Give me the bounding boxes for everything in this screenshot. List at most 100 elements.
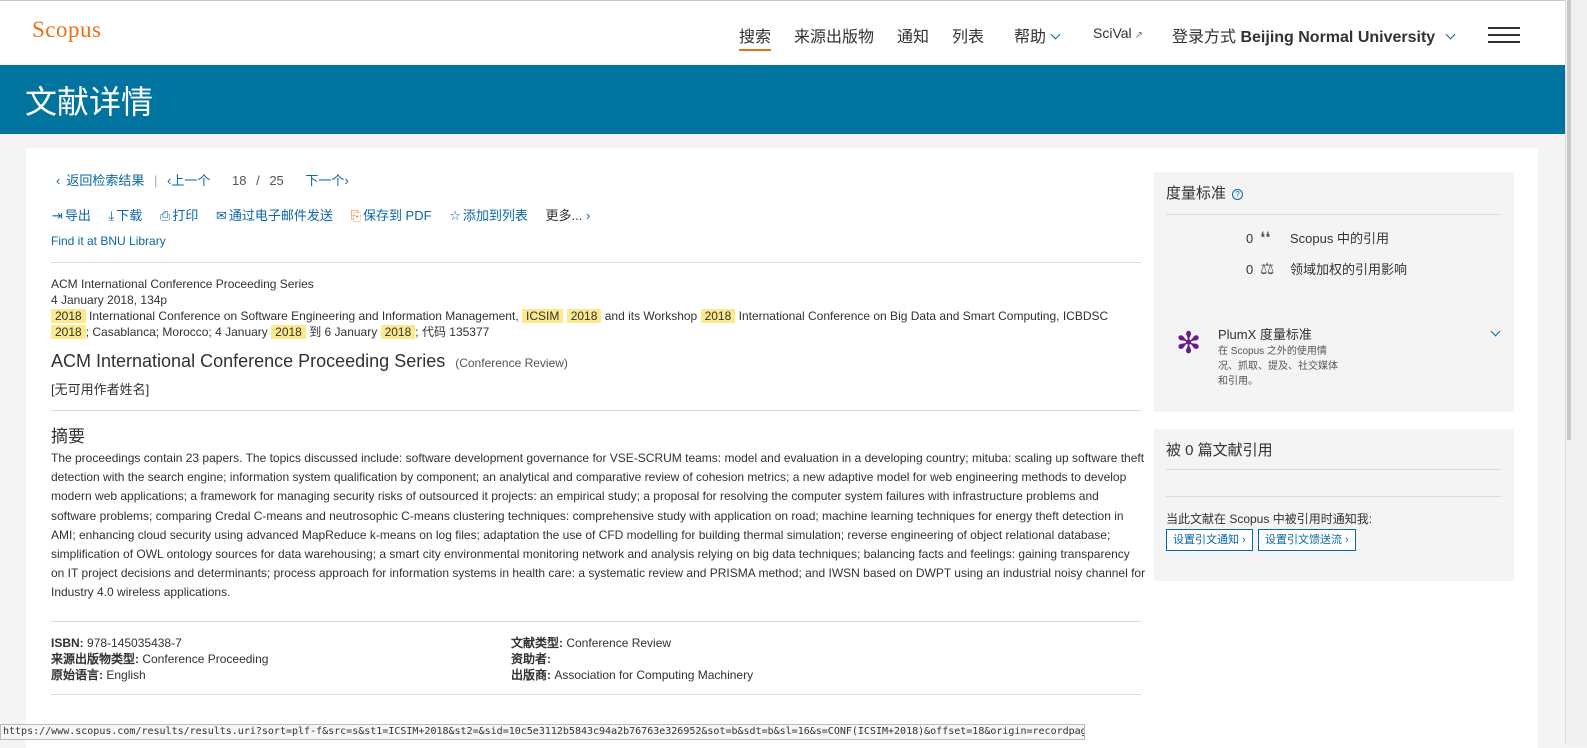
divider <box>1166 469 1501 470</box>
envelope-icon: ✉ <box>215 208 227 223</box>
source-information: ACM International Conference Proceeding … <box>51 276 1141 340</box>
set-citation-alert-button[interactable]: 设置引文通知 › <box>1166 529 1253 551</box>
print-button[interactable]: ⎙ 打印 <box>160 205 198 224</box>
nav-lists[interactable]: 列表 <box>952 23 984 47</box>
add-to-list-button[interactable]: ☆ 添加到列表 <box>449 205 528 224</box>
highlight-term: 2018 <box>380 325 416 339</box>
isbn-value: 978-145035438-7 <box>87 636 182 650</box>
divider <box>51 410 1141 411</box>
metrics-title-text: 度量标准 <box>1166 185 1227 202</box>
top-navigation: Scopus 搜索 来源出版物 通知 列表 帮助 SciVal ↗ 登录方式 Be… <box>0 0 1565 66</box>
export-button[interactable]: ⇥ 导出 <box>52 205 91 224</box>
conference-text: ; Casablanca; Morocco; 4 January <box>85 325 268 339</box>
plumx-icon: ✻ <box>1176 327 1202 360</box>
scopus-logo[interactable]: Scopus <box>32 17 101 43</box>
status-url-bar: https://www.scopus.com/results/results.u… <box>0 724 1085 740</box>
add-to-list-label: 添加到列表 <box>462 208 528 223</box>
back-to-results-link[interactable]: 返回检索结果 <box>66 173 144 188</box>
divider: | <box>153 173 158 188</box>
conference-text: and its Workshop <box>604 309 698 323</box>
citation-count: 0 <box>1246 231 1254 246</box>
help-circle-icon[interactable]: ? <box>1232 189 1244 200</box>
citation-label: Scopus 中的引用 <box>1290 231 1389 246</box>
chevron-down-icon[interactable] <box>1490 326 1501 337</box>
more-label: 更多... <box>545 208 583 223</box>
email-button[interactable]: ✉ 通过电子邮件发送 <box>216 205 333 224</box>
abstract-text: The proceedings contain 23 papers. The t… <box>51 451 1146 600</box>
conference-text: International Conference on Big Data and… <box>738 309 1109 323</box>
save-pdf-button[interactable]: ⎘ 保存到 PDF <box>351 205 432 224</box>
scale-icon: ⚖ <box>1260 261 1275 278</box>
previous-link[interactable]: 上一个 <box>171 173 210 188</box>
chevron-right-icon: › <box>582 208 591 223</box>
highlight-term: 2018 <box>566 309 602 323</box>
chevron-left-icon: ‹ <box>56 173 61 188</box>
isbn-label: ISBN: <box>51 636 84 650</box>
highlight-term: 2018 <box>51 309 86 323</box>
chevron-down-icon <box>1050 29 1061 40</box>
conference-info: 2018 International Conference on Softwar… <box>51 308 1141 340</box>
document-title: ACM International Conference Proceeding … <box>51 351 568 372</box>
next-link[interactable]: 下一个 <box>305 173 344 188</box>
download-label: 下载 <box>116 208 143 223</box>
nav-sources[interactable]: 来源出版物 <box>794 23 874 47</box>
nav-help[interactable]: 帮助 <box>1014 23 1061 47</box>
set-citation-feed-button[interactable]: 设置引文馈送流 › <box>1258 529 1356 551</box>
quote-icon: ❛❛ <box>1260 230 1271 247</box>
conference-text: 到 6 January <box>309 325 378 339</box>
publisher-label: 出版商: <box>511 668 551 682</box>
export-icon: ⇥ <box>52 208 63 223</box>
source-type-row: 来源出版物类型: Conference Proceeding <box>51 651 268 667</box>
conference-text: International Conference on Software Eng… <box>89 309 519 323</box>
institution-name: Beijing Normal University <box>1240 29 1436 46</box>
metadata-right: 文献类型: Conference Review 资助者: 出版商: Associ… <box>511 635 753 683</box>
nav-login[interactable]: 登录方式 Beijing Normal University <box>1172 23 1456 47</box>
hamburger-menu-icon[interactable] <box>1488 27 1520 43</box>
email-label: 通过电子邮件发送 <box>228 208 333 223</box>
fwci-value: 0 <box>1246 262 1254 277</box>
chevron-down-icon <box>1445 29 1456 40</box>
conference-text: ; 代码 135377 <box>415 325 490 339</box>
nav-alerts[interactable]: 通知 <box>897 23 929 47</box>
current-index: 18 <box>231 173 247 188</box>
nav-search[interactable]: 搜索 <box>739 23 772 51</box>
download-icon: ⤓ <box>108 208 115 223</box>
fwci-metric[interactable]: 0 ⚖ 领域加权的引用影响 <box>1246 259 1407 279</box>
download-button[interactable]: ⤓ 下载 <box>109 205 143 224</box>
result-position: 18 / 25 <box>232 173 290 188</box>
printer-icon: ⎙ <box>159 208 171 223</box>
highlight-term: 2018 <box>51 325 86 339</box>
publisher-row: 出版商: Association for Computing Machinery <box>511 667 753 683</box>
language-value: English <box>106 668 146 682</box>
metrics-panel: 度量标准? 0 ❛❛ Scopus 中的引用 0 ⚖ 领域加权的引用影响 ✻ PlumX… <box>1154 172 1514 412</box>
nav-scival[interactable]: SciVal ↗ <box>1093 25 1143 41</box>
sponsor-label: 资助者: <box>511 652 551 666</box>
fwci-label: 领域加权的引用影响 <box>1290 262 1408 277</box>
slash: / <box>256 173 260 188</box>
language-label: 原始语言: <box>51 668 103 682</box>
find-it-library-link[interactable]: Find it at BNU Library <box>51 234 166 248</box>
highlight-term: ICSIM <box>522 309 564 323</box>
cited-by-title: 被 0 篇文献引用 <box>1166 442 1273 459</box>
document-title-text: ACM International Conference Proceeding … <box>51 351 446 371</box>
citation-count-metric[interactable]: 0 ❛❛ Scopus 中的引用 <box>1246 228 1389 248</box>
sponsor-row: 资助者: <box>511 651 753 667</box>
divider <box>51 262 1141 263</box>
source-series[interactable]: ACM International Conference Proceeding … <box>51 276 1141 292</box>
author-list: [无可用作者姓名] <box>51 382 150 397</box>
more-button[interactable]: 更多... › <box>545 205 592 224</box>
document-type: (Conference Review) <box>455 356 568 370</box>
total-count: 25 <box>269 173 284 188</box>
result-navigation: ‹ 返回检索结果 | ‹上一个 18 / 25 下一个› <box>56 170 355 189</box>
page-banner: 文献详情 <box>0 65 1565 134</box>
divider <box>51 621 1141 622</box>
nav-help-label: 帮助 <box>1014 29 1047 46</box>
doc-type-row: 文献类型: Conference Review <box>511 635 753 651</box>
highlight-term: 2018 <box>271 325 306 339</box>
pdf-icon: ⎘ <box>350 208 361 223</box>
scrollbar-thumb[interactable] <box>1567 0 1571 440</box>
plumx-title: PlumX 度量标准 <box>1218 327 1312 342</box>
divider <box>1166 496 1501 497</box>
star-icon: ☆ <box>449 208 461 223</box>
source-date-pages: 4 January 2018, 134p <box>51 293 168 307</box>
